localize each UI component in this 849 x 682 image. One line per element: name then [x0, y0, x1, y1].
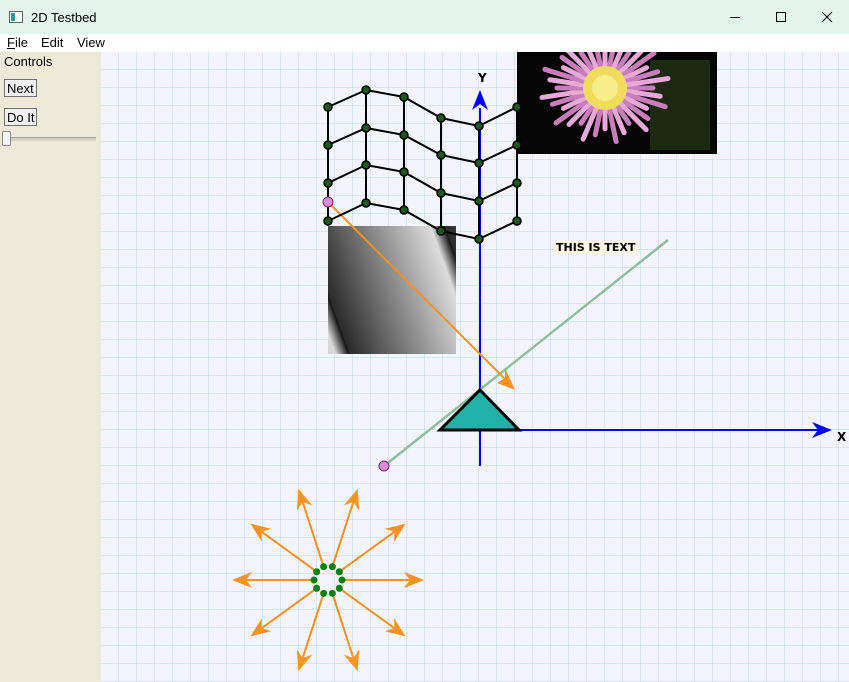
next-button[interactable]: Next — [4, 79, 37, 97]
mesh-node — [474, 234, 484, 244]
canvas-text-label: THIS IS TEXT — [554, 241, 638, 254]
drawing-canvas[interactable]: THIS IS TEXT Y X — [101, 52, 849, 682]
mesh-node — [399, 92, 409, 102]
mesh-node — [399, 130, 409, 140]
mesh-node — [436, 226, 446, 236]
mesh-node — [323, 140, 333, 150]
grid-background — [101, 52, 849, 682]
handle-point-top — [322, 196, 334, 208]
mesh-node — [512, 102, 522, 112]
mesh-node — [323, 216, 333, 226]
handle-point-bottom — [378, 460, 390, 472]
menu-edit[interactable]: Edit — [41, 35, 63, 50]
burst-dot — [313, 584, 321, 592]
mesh-node — [474, 196, 484, 206]
burst-dot — [338, 576, 346, 584]
burst-dot — [313, 568, 321, 576]
mesh-node — [512, 178, 522, 188]
striped-image — [328, 226, 456, 354]
minimize-button[interactable] — [711, 0, 757, 34]
window-title: 2D Testbed — [31, 10, 97, 25]
maximize-icon — [776, 12, 786, 22]
x-axis-label: X — [837, 430, 847, 444]
mesh-node — [512, 140, 522, 150]
title-bar[interactable]: 2D Testbed — [0, 0, 849, 34]
do-it-button[interactable]: Do It — [4, 108, 38, 126]
flower-image — [517, 52, 717, 154]
mesh-node — [323, 102, 333, 112]
mesh-node — [512, 216, 522, 226]
burst-dot — [335, 568, 343, 576]
mesh-node — [436, 188, 446, 198]
slider-track[interactable] — [4, 137, 96, 141]
mesh-node — [474, 158, 484, 168]
canvas-svg — [101, 52, 849, 682]
controls-label: Controls — [4, 54, 53, 69]
burst-dot — [320, 589, 328, 597]
close-button[interactable] — [803, 0, 849, 34]
burst-dot — [328, 589, 336, 597]
mesh-node — [323, 178, 333, 188]
minimize-icon — [730, 17, 740, 18]
mesh-node — [361, 123, 371, 133]
mesh-node — [361, 85, 371, 95]
menu-file[interactable]: File — [7, 35, 28, 50]
mesh-node — [436, 113, 446, 123]
burst-dot — [320, 563, 328, 571]
maximize-button[interactable] — [757, 0, 803, 34]
mesh-node — [361, 160, 371, 170]
mesh-node — [361, 198, 371, 208]
menu-view[interactable]: View — [77, 35, 105, 50]
burst-dot — [310, 576, 318, 584]
slider-thumb[interactable] — [2, 131, 11, 146]
close-icon — [821, 11, 833, 23]
mesh-node — [474, 121, 484, 131]
app-icon — [9, 11, 23, 23]
burst-dot — [328, 563, 336, 571]
mesh-node — [399, 167, 409, 177]
mesh-node — [399, 205, 409, 215]
y-axis-label: Y — [478, 71, 487, 85]
menu-bar: File Edit View — [0, 34, 849, 52]
mesh-node — [436, 150, 446, 160]
burst-dot — [335, 584, 343, 592]
controls-panel: Controls Next Do It — [0, 52, 101, 682]
